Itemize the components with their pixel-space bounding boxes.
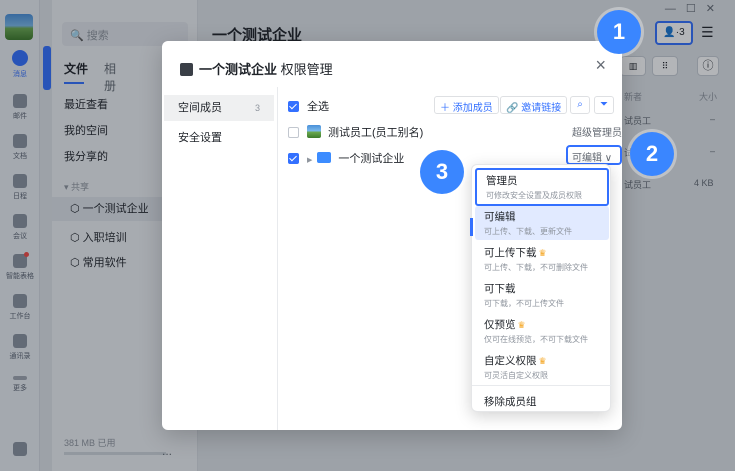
member-row[interactable]: 测试员工(员工别名) 超级管理员 <box>288 124 622 140</box>
add-member-button[interactable]: ＋ 添加成员 <box>434 96 499 114</box>
dialog-sidebar: 空间成员 3 安全设置 <box>164 95 274 155</box>
remove-member-group-button[interactable]: 移除成员组 <box>484 394 537 409</box>
role-option-custom[interactable]: 自定义权限 ♛ 可灵活自定义权限 <box>475 350 609 384</box>
expand-icon[interactable]: ▶ <box>307 157 312 164</box>
role-option-edit[interactable]: 可编辑 可上传、下载、更新文件 <box>475 206 609 240</box>
avatar <box>307 125 321 138</box>
crown-icon: ♛ <box>517 320 526 330</box>
selected-marker <box>470 218 473 236</box>
role-option-admin[interactable]: 管理员 可修改安全设置及成员权限 <box>475 168 609 206</box>
role-option-preview[interactable]: 仅预览 ♛ 仅可在线预览，不可下载文件 <box>475 314 609 348</box>
divider <box>472 385 612 386</box>
search-icon[interactable]: ⌕ <box>570 96 590 114</box>
role-option-upload-download[interactable]: 可上传下载 ♛ 可上传、下载，不可删除文件 <box>475 242 609 276</box>
invite-link-button[interactable]: 🔗 邀请链接 <box>500 96 568 114</box>
role-dropdown-menu: 管理员 可修改安全设置及成员权限 可编辑 可上传、下载、更新文件 可上传下载 ♛ 可上传… <box>470 164 612 412</box>
filter-icon[interactable]: ⏷ <box>594 96 614 114</box>
tab-space-members[interactable]: 空间成员 3 <box>164 95 274 121</box>
member-role: 超级管理员 <box>572 128 622 139</box>
dialog-title: 一个测试企业 权限管理 <box>180 59 333 78</box>
step-callout-2: 2 <box>630 132 674 176</box>
role-option-download[interactable]: 可下载 可下载，不可上传文件 <box>475 278 609 312</box>
member-checkbox[interactable] <box>288 127 299 138</box>
folder-icon <box>317 152 332 163</box>
select-all-row[interactable]: 全选 <box>288 98 329 114</box>
select-all-checkbox[interactable] <box>288 101 299 112</box>
close-icon[interactable]: × <box>595 55 606 76</box>
role-dropdown-button[interactable]: 可编辑 ∨ <box>566 145 622 165</box>
member-row[interactable]: ▶ 一个测试企业 <box>288 150 404 166</box>
tab-security-settings[interactable]: 安全设置 <box>164 125 274 151</box>
crown-icon: ♛ <box>538 248 547 258</box>
step-callout-3: 3 <box>420 150 464 194</box>
step-callout-1: 1 <box>597 10 641 54</box>
member-checkbox[interactable] <box>288 153 299 164</box>
cube-icon <box>180 63 193 76</box>
crown-icon: ♛ <box>538 356 547 366</box>
divider <box>277 87 278 430</box>
